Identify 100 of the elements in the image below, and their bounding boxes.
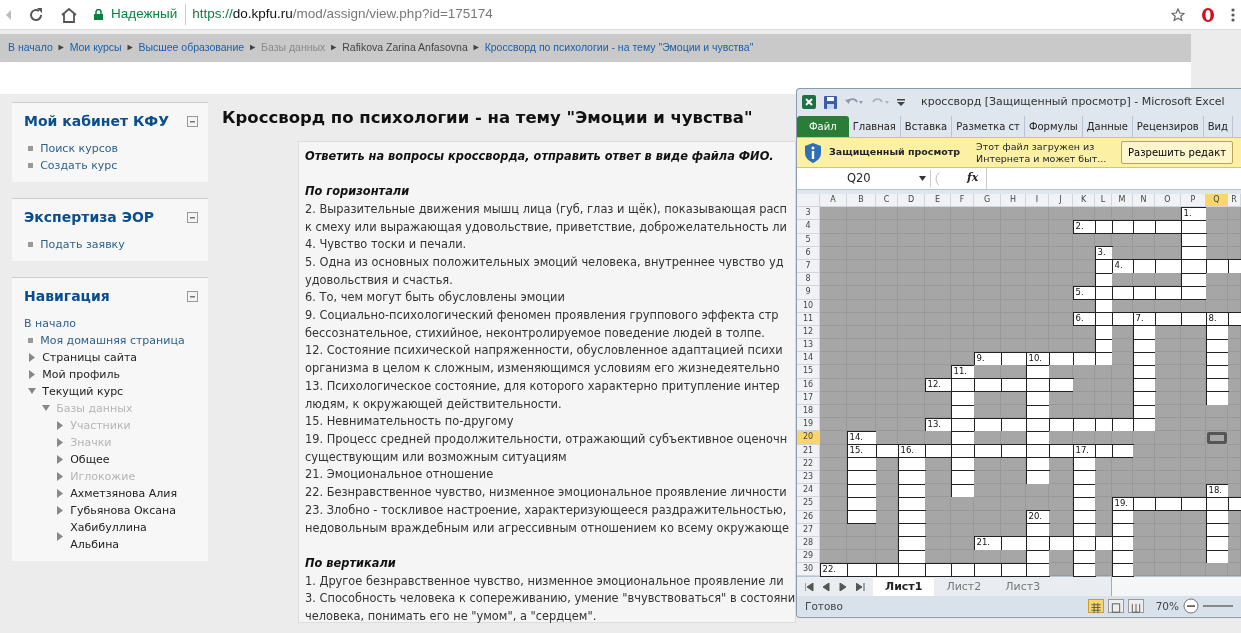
page-heading: Кроссворд по психологии - на тему "Эмоции и чувства" — [222, 107, 754, 129]
column-header[interactable]: Q — [1206, 194, 1228, 208]
clue-text: 23. Злобно - тоскливое настроение, характеризующееся раздражительностью, — [305, 501, 787, 519]
column-header[interactable]: H — [1001, 194, 1026, 208]
row-header[interactable]: 14 — [797, 352, 820, 366]
column-header[interactable]: F — [951, 194, 974, 208]
row-header[interactable]: 15 — [797, 365, 820, 379]
address-field[interactable]: https://do.kpfu.ru/mod/assign/view.php?id=175174 — [185, 4, 493, 25]
crossword-cell[interactable]: 15. — [846, 444, 877, 459]
status-text: Готово — [805, 598, 843, 614]
crossword-cell[interactable]: 8. — [1205, 312, 1229, 327]
column-header[interactable]: K — [1073, 194, 1095, 208]
crossword-cell[interactable]: 20. — [1025, 510, 1050, 525]
clue-text: 2. Выразительные движения мышц лица (губ, глаз и щёк), показывающая расп — [305, 200, 788, 218]
sheet-tab[interactable]: Лист1 — [873, 577, 935, 597]
clue-text: существующим или возможным ситуациям — [305, 448, 567, 466]
column-header[interactable]: G — [974, 194, 1001, 208]
breadcrumb-item[interactable]: Высшее образование — [138, 40, 245, 56]
row-header[interactable]: 19 — [797, 418, 820, 432]
section-heading: По горизонтали — [305, 183, 410, 201]
row-header[interactable]: 13 — [797, 339, 820, 353]
nav-link[interactable]: Подать заявку — [40, 236, 125, 253]
column-header[interactable]: A — [820, 194, 847, 208]
clue-text: людям, к окружающей действительности. — [305, 395, 562, 413]
instruction-text: Ответить на вопросы кроссворда, отправить ответ в виде файла ФИО. — [305, 147, 774, 165]
row-header[interactable]: 25 — [797, 497, 820, 511]
tree-item[interactable]: Страницы сайта — [42, 349, 138, 366]
row-header[interactable]: 3 — [797, 207, 820, 221]
breadcrumb-item[interactable]: Кроссворд по психологии - на тему "Эмоции и чувства" — [484, 40, 754, 56]
column-header[interactable]: C — [876, 194, 898, 208]
column-header[interactable]: N — [1133, 194, 1155, 208]
column-header[interactable]: D — [898, 194, 925, 208]
column-header[interactable]: B — [847, 194, 876, 208]
crossword-cell[interactable]: 16. — [897, 444, 926, 459]
nav-link[interactable]: Поиск курсов — [40, 140, 118, 157]
block-title: Навигация — [24, 287, 110, 306]
column-header[interactable]: M — [1112, 194, 1133, 208]
notice-title: Защищенный просмотр — [829, 145, 961, 160]
clue-text: к смеху или выражающая удовольствие, приветствие, доброжелательность ли — [305, 218, 787, 236]
sheet-tab[interactable]: Лист3 — [993, 577, 1053, 597]
enable-editing-button[interactable]: Разрешить редакт — [1121, 141, 1233, 164]
clue-text: 9. Социально-психологический феномен проявления группового эффекта стр — [305, 307, 779, 325]
breadcrumb-item: Базы данных — [261, 40, 326, 56]
tree-item[interactable]: Текущий курс — [42, 383, 124, 400]
name-box-value: Q20 — [847, 169, 871, 187]
breadcrumb-separator: ► — [56, 41, 66, 55]
clue-text: 19. Процесс средней продолжительности, отражающий субъективное оценочн — [305, 431, 788, 448]
breadcrumb-item: Rafikova Zarina Anfasovna — [342, 40, 468, 56]
clue-text: удовольствия и счастья. — [305, 271, 453, 289]
crossword-cell[interactable]: 12. — [924, 378, 952, 393]
clue-text: бессознательное, стихийное, неконтролируемое поведение людей в толпе. — [305, 324, 765, 342]
clue-text: организма в целом к сложным, изменяющимся условиям его жизнедеятельно — [305, 360, 780, 378]
crossword-cell[interactable]: 6. — [1072, 312, 1096, 327]
row-header[interactable]: 9 — [797, 286, 820, 300]
column-header[interactable]: J — [1049, 194, 1073, 208]
breadcrumb-separator: ► — [125, 41, 135, 55]
security-label: Надежный — [111, 5, 178, 24]
column-header[interactable]: L — [1095, 194, 1112, 208]
section-heading: По вертикали — [305, 554, 396, 572]
clue-text: 6. То, чем могут быть обусловлены эмоции — [305, 289, 565, 307]
crossword-cell[interactable]: 17. — [1072, 444, 1096, 459]
nav-link[interactable]: Моя домашняя страница — [40, 332, 185, 349]
row-header[interactable]: 24 — [797, 484, 820, 498]
clue-text: 4. Чувство тоски и печали. — [305, 236, 467, 254]
sheet-tab[interactable]: Лист2 — [934, 577, 994, 597]
clue-text: недовольным враждебным или агрессивным отношением ко всему окружающе — [305, 519, 789, 537]
column-header[interactable]: I — [1026, 194, 1049, 208]
file-tab[interactable]: Файл — [797, 116, 849, 137]
clue-text: 15. Невнимательность по-другому — [305, 413, 514, 431]
crossword-cell[interactable]: 7. — [1132, 312, 1156, 327]
clue-text: 1. Другое безнравственное чувство, низменное эмоциональное проявление ли — [305, 572, 784, 590]
crossword-cell[interactable]: 21. — [973, 536, 1002, 551]
clue-text: человека, понимать его не "умом", а "сердцем". — [305, 608, 597, 625]
breadcrumb-item[interactable]: В начало — [8, 40, 53, 56]
block-title: Мой кабинет КФУ — [24, 112, 170, 131]
column-header[interactable]: P — [1181, 194, 1206, 208]
row-header[interactable]: 29 — [797, 550, 820, 564]
column-header[interactable]: R — [1228, 194, 1241, 208]
tree-item[interactable]: Мой профиль — [42, 366, 121, 383]
column-header[interactable]: O — [1155, 194, 1181, 208]
breadcrumb-item[interactable]: Мои курсы — [69, 40, 122, 56]
crossword-cell[interactable]: 4. — [1111, 259, 1134, 274]
function-button[interactable]: fx — [967, 170, 979, 187]
clue-text: 13. Психологическое состояние, для которого характерно притупление интер — [305, 377, 780, 395]
notice-message: Этот файл загружен из Интернета и может быт... — [976, 140, 1107, 165]
clue-text: 21. Эмоциональное отношение — [305, 466, 494, 484]
row-header[interactable]: 18 — [797, 405, 820, 419]
nav-link[interactable]: Создать курс — [40, 157, 118, 174]
row-header[interactable]: 20 — [797, 431, 820, 445]
zoom-level: 70% — [1155, 598, 1179, 614]
row-header[interactable]: 8 — [797, 273, 820, 287]
breadcrumb-separator: ► — [248, 41, 258, 55]
breadcrumb-separator: ► — [471, 41, 481, 55]
name-box[interactable]: Q20 — [797, 169, 931, 188]
clue-text: 12. Состояние психической напряженности, обусловленное адаптацией психи — [305, 342, 783, 360]
row-header[interactable]: 4 — [797, 220, 820, 234]
column-header[interactable]: E — [925, 194, 951, 208]
nav-link[interactable]: В начало — [24, 315, 76, 332]
block-title: Экспертиза ЭОР — [24, 208, 155, 227]
row-header[interactable]: 30 — [797, 563, 820, 577]
